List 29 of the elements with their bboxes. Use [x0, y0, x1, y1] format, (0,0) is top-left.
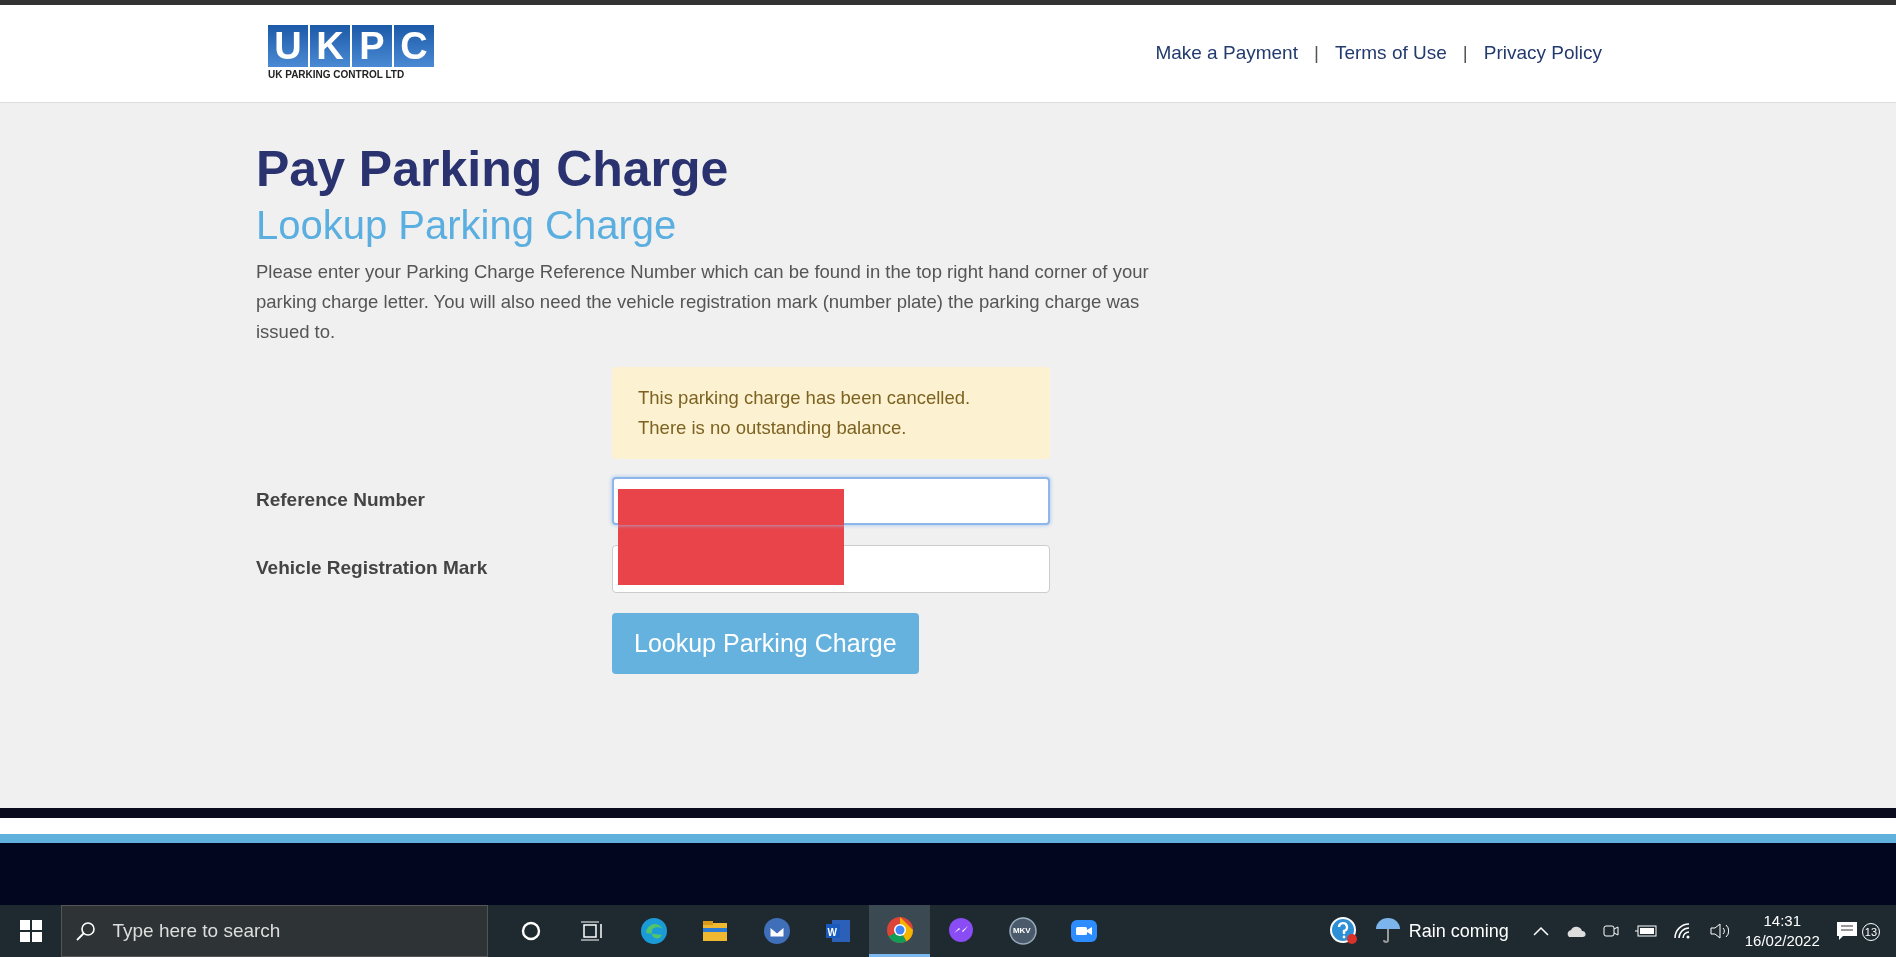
clock-date: 16/02/2022	[1744, 931, 1820, 951]
notification-count: 13	[1861, 922, 1881, 941]
logo-letter: P	[352, 25, 392, 67]
icon-label: W	[827, 926, 837, 940]
taskbar-app[interactable]: MKV	[991, 905, 1054, 957]
field-label: Reference Number	[256, 488, 426, 513]
clock[interactable]: 14:31 16/02/2022	[1744, 911, 1820, 951]
taskbar-app[interactable]: W	[807, 905, 869, 957]
nav-link[interactable]: Privacy Policy	[1483, 39, 1602, 68]
logo-tagline: UK PARKING CONTROL LTD	[268, 68, 406, 82]
nav-separator: |	[1462, 41, 1468, 66]
page-title: Pay Parking Charge	[256, 140, 730, 199]
page-subtitle: Lookup Parking Charge	[256, 201, 678, 249]
nav-link[interactable]: Make a Payment	[1155, 39, 1298, 68]
field-label: Vehicle Registration Mark	[256, 556, 489, 581]
notification-button[interactable]: 13	[1835, 921, 1881, 941]
intro-text: Please enter your Parking Charge Reference Number which can be found in the top right hand corner of your parking charge letter. You will also need the vehicle registration mark (number plate) the parking charge was issued to.	[256, 259, 1150, 344]
icon-label: MKV	[1012, 925, 1031, 937]
logo-letter: K	[310, 25, 350, 67]
weather-text[interactable]: Rain coming	[1408, 917, 1509, 945]
clock-time: 14:31	[1762, 911, 1803, 931]
logo-letter: U	[268, 25, 308, 67]
alert-text: This parking charge has been cancelled.	[638, 385, 972, 410]
alert-text: There is no outstanding balance.	[638, 415, 908, 440]
logo-letter: C	[394, 25, 434, 67]
search-bar[interactable]: Type here to search	[61, 905, 488, 957]
nav-link[interactable]: Terms of Use	[1334, 39, 1447, 68]
nav-separator: |	[1313, 41, 1319, 66]
search-input[interactable]: Type here to search	[110, 915, 471, 947]
